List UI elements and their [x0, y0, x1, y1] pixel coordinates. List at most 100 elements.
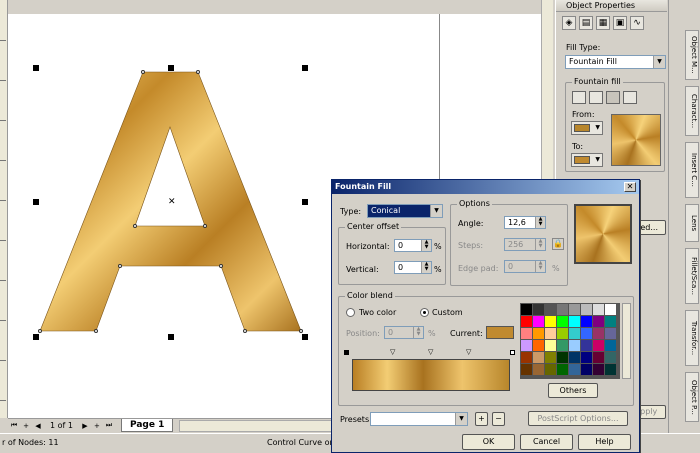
lock-icon[interactable]: 🔒	[552, 238, 564, 250]
two-color-label: Two color	[359, 308, 397, 317]
path-node[interactable]	[203, 224, 207, 228]
path-node[interactable]	[133, 224, 137, 228]
square-fill-icon[interactable]	[623, 91, 637, 104]
selection-handle[interactable]	[302, 334, 308, 340]
options-label: Options	[457, 199, 492, 208]
blend-node-marker[interactable]: ▽	[466, 348, 471, 356]
selection-handle[interactable]	[302, 199, 308, 205]
conical-fill-icon[interactable]	[606, 91, 620, 104]
add-page-after-button[interactable]: +	[91, 420, 103, 432]
palette-scrollbar[interactable]	[622, 303, 631, 379]
cancel-button[interactable]: Cancel	[520, 434, 573, 450]
linear-fill-icon[interactable]	[572, 91, 586, 104]
blend-node-marker[interactable]: ▽	[390, 348, 395, 356]
summary-tool-icon[interactable]: ▦	[596, 16, 610, 30]
tab-insert-character[interactable]: Insert C...	[685, 142, 699, 198]
spin-arrows-icon[interactable]: ▲ ▼	[413, 327, 423, 338]
type-select[interactable]: Conical ▼	[367, 204, 443, 218]
path-node[interactable]	[219, 264, 223, 268]
path-node[interactable]	[118, 264, 122, 268]
path-node[interactable]	[243, 329, 247, 333]
selection-handle[interactable]	[33, 334, 39, 340]
vertical-value: 0	[398, 263, 404, 272]
tab-object-manager[interactable]: Object M...	[685, 30, 699, 80]
color-palette[interactable]	[520, 303, 620, 379]
fill-tool-icon[interactable]: ◈	[562, 16, 576, 30]
tab-fillet-scallop[interactable]: Fillet/Sca...	[685, 248, 699, 304]
current-color-swatch[interactable]	[486, 326, 514, 339]
tab-object-properties[interactable]: Object P...	[685, 372, 699, 422]
tab-lens[interactable]: Lens	[685, 204, 699, 242]
curve-tool-icon[interactable]: ∿	[630, 16, 644, 30]
to-color-button[interactable]: ▼	[571, 153, 603, 167]
dialog-title: Fountain Fill	[332, 180, 639, 194]
center-offset-group: Center offset	[338, 222, 446, 285]
current-label: Current:	[450, 329, 483, 338]
horizontal-label: Horizontal:	[346, 242, 390, 251]
to-color-swatch	[574, 156, 590, 164]
fill-type-value: Fountain Fill	[569, 57, 617, 66]
blend-node-marker[interactable]: ▽	[428, 348, 433, 356]
help-button[interactable]: Help	[578, 434, 631, 450]
center-marker[interactable]: ✕	[168, 197, 176, 207]
outline-tool-icon[interactable]: ▤	[579, 16, 593, 30]
add-preset-button[interactable]: +	[475, 412, 488, 426]
selection-handle[interactable]	[33, 199, 39, 205]
edge-pad-input[interactable]: 0 ▲ ▼	[504, 260, 546, 273]
angle-input[interactable]: 12,6 ▲ ▼	[504, 216, 546, 229]
chevron-down-icon: ▼	[455, 413, 467, 425]
vertical-ruler	[0, 0, 8, 418]
selection-handle[interactable]	[33, 65, 39, 71]
blend-start-marker[interactable]	[344, 350, 349, 355]
close-icon[interactable]: ✕	[624, 182, 636, 192]
steps-input[interactable]: 256 ▲ ▼	[504, 238, 546, 251]
type-label: Type:	[340, 207, 362, 216]
selection-handle[interactable]	[168, 65, 174, 71]
from-color-button[interactable]: ▼	[571, 121, 603, 135]
chevron-down-icon: ▼	[653, 56, 665, 68]
position-input[interactable]: 0 ▲ ▼	[384, 326, 424, 339]
color-blend-strip[interactable]	[352, 359, 510, 391]
fill-type-label: Fill Type:	[566, 43, 601, 52]
path-node[interactable]	[196, 70, 200, 74]
spin-arrows-icon[interactable]: ▲ ▼	[535, 217, 545, 228]
next-page-button[interactable]: ▶	[79, 420, 91, 432]
docker-fill-preview	[611, 114, 661, 166]
page-tab[interactable]: Page 1	[120, 419, 174, 432]
first-page-button[interactable]: ⏮	[8, 420, 20, 432]
edge-pad-percent: %	[552, 264, 560, 273]
others-button[interactable]: Others	[548, 383, 598, 398]
spin-arrows-icon[interactable]: ▲ ▼	[421, 240, 431, 251]
tab-transformation[interactable]: Transfor...	[685, 310, 699, 366]
blend-end-marker[interactable]	[510, 350, 515, 355]
selection-handle[interactable]	[168, 334, 174, 340]
last-page-button[interactable]: ⏭	[103, 420, 115, 432]
position-label: Position:	[346, 329, 380, 338]
path-node[interactable]	[299, 329, 303, 333]
postscript-options-button[interactable]: PostScript Options...	[528, 411, 628, 426]
two-color-radio[interactable]	[346, 308, 355, 317]
custom-radio[interactable]	[420, 308, 429, 317]
path-node[interactable]	[94, 329, 98, 333]
selection-handle[interactable]	[302, 65, 308, 71]
prev-page-button[interactable]: ◀	[32, 420, 44, 432]
horizontal-input[interactable]: 0 ▲ ▼	[394, 239, 432, 252]
add-page-button[interactable]: +	[20, 420, 32, 432]
path-node[interactable]	[38, 329, 42, 333]
spin-arrows-icon[interactable]: ▲ ▼	[535, 239, 545, 250]
radial-fill-icon[interactable]	[589, 91, 603, 104]
docker-title: Object Properties	[556, 0, 667, 12]
to-label: To:	[572, 142, 584, 151]
spin-arrows-icon[interactable]: ▲ ▼	[535, 261, 545, 272]
fill-type-select[interactable]: Fountain Fill ▼	[565, 55, 666, 69]
chevron-down-icon: ▼	[430, 205, 442, 217]
path-node[interactable]	[141, 70, 145, 74]
presets-select[interactable]: ▼	[370, 412, 468, 426]
tab-character[interactable]: Charact...	[685, 86, 699, 136]
from-label: From:	[572, 110, 595, 119]
vertical-input[interactable]: 0 ▲ ▼	[394, 261, 432, 274]
spin-arrows-icon[interactable]: ▲ ▼	[421, 262, 431, 273]
general-tool-icon[interactable]: ▣	[613, 16, 627, 30]
remove-preset-button[interactable]: −	[492, 412, 505, 426]
ok-button[interactable]: OK	[462, 434, 515, 450]
